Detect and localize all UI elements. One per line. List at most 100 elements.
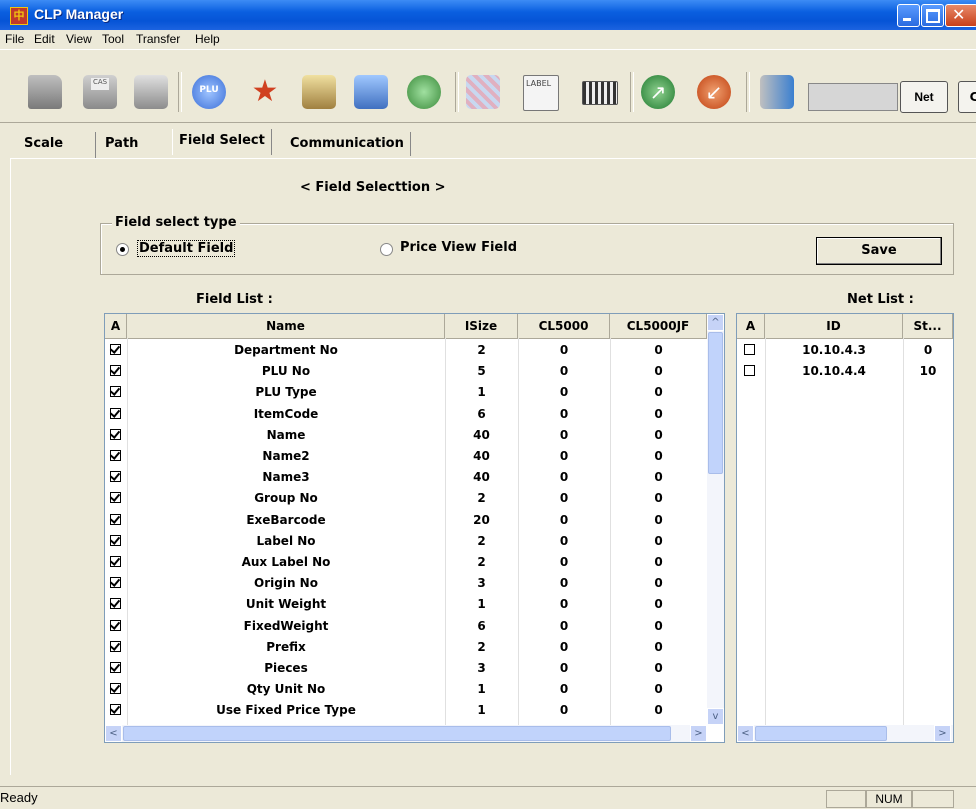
- row-checkbox[interactable]: [110, 386, 121, 398]
- table-row[interactable]: ExeBarcode 20 0 0: [105, 510, 707, 531]
- table-row[interactable]: Use Fixed Price Type 1 0 0: [105, 700, 707, 721]
- table-row[interactable]: PLU No 5 0 0: [105, 361, 707, 382]
- tab-communication[interactable]: Communication: [284, 132, 411, 156]
- send-icon[interactable]: ↗: [641, 75, 675, 109]
- row-checkbox[interactable]: [110, 407, 121, 419]
- row-checkbox[interactable]: [110, 492, 121, 504]
- extra-button[interactable]: C: [958, 81, 976, 113]
- scroll-right-icon[interactable]: >: [934, 725, 951, 742]
- tab-scale[interactable]: Scale: [18, 132, 69, 156]
- open-folder-icon[interactable]: [28, 75, 62, 109]
- scroll-left-icon[interactable]: <: [105, 725, 122, 742]
- tab-path[interactable]: Path: [99, 132, 144, 156]
- scroll-thumb[interactable]: [123, 726, 671, 741]
- minimize-button[interactable]: [897, 4, 920, 27]
- receive-icon[interactable]: ↙: [697, 75, 731, 109]
- menu-file[interactable]: File: [5, 32, 24, 46]
- close-button[interactable]: ✕: [945, 4, 976, 27]
- row-checkbox[interactable]: [110, 640, 121, 652]
- column-header-a[interactable]: A: [105, 314, 127, 338]
- scroll-thumb[interactable]: [755, 726, 887, 741]
- cell-name: Unit Weight: [245, 597, 327, 612]
- net-list-table[interactable]: A ID St... 10.10.4.3 0 10.10.4.4 10 < >: [736, 313, 954, 743]
- row-checkbox[interactable]: [110, 513, 121, 525]
- net-address-field[interactable]: [808, 83, 898, 111]
- table-row[interactable]: Unit Weight 1 0 0: [105, 594, 707, 615]
- star-icon[interactable]: ★: [248, 75, 282, 109]
- table-row[interactable]: Origin No 3 0 0: [105, 573, 707, 594]
- net-list-hscroll[interactable]: < >: [737, 725, 953, 742]
- table-row[interactable]: ItemCode 6 0 0: [105, 404, 707, 425]
- row-checkbox[interactable]: [110, 534, 121, 546]
- column-header-cl5000jf[interactable]: CL5000JF: [610, 314, 707, 338]
- row-checkbox[interactable]: [744, 344, 755, 355]
- table-row[interactable]: Pieces 3 0 0: [105, 658, 707, 679]
- row-checkbox[interactable]: [110, 598, 121, 610]
- row-checkbox[interactable]: [110, 428, 121, 440]
- row-checkbox[interactable]: [110, 619, 121, 631]
- download-icon[interactable]: [354, 75, 388, 109]
- column-header-isize[interactable]: ISize: [445, 314, 518, 338]
- title-bar[interactable]: [0, 0, 976, 30]
- table-row[interactable]: Prefix 2 0 0: [105, 637, 707, 658]
- table-row[interactable]: 10.10.4.4 10: [737, 361, 953, 382]
- price-view-field-label[interactable]: Price View Field: [400, 240, 517, 255]
- field-list-hscroll[interactable]: < >: [105, 725, 707, 742]
- data-icon[interactable]: [466, 75, 500, 109]
- table-row[interactable]: Name2 40 0 0: [105, 446, 707, 467]
- default-field-label[interactable]: Default Field: [137, 240, 236, 257]
- scroll-left-icon[interactable]: <: [737, 725, 754, 742]
- price-view-field-radio[interactable]: [380, 243, 393, 256]
- window-title: CLP Manager: [34, 6, 124, 22]
- row-checkbox[interactable]: [110, 365, 121, 377]
- row-checkbox[interactable]: [110, 662, 121, 673]
- plu-icon[interactable]: PLU: [192, 75, 226, 109]
- column-header-a[interactable]: A: [737, 314, 765, 338]
- row-checkbox[interactable]: [110, 450, 121, 461]
- users-icon[interactable]: [407, 75, 441, 109]
- upload-icon[interactable]: [302, 75, 336, 109]
- column-header-cl5000[interactable]: CL5000: [518, 314, 610, 338]
- table-row[interactable]: FixedWeight 6 0 0: [105, 616, 707, 637]
- column-header-status[interactable]: St...: [903, 314, 953, 338]
- settings-icon[interactable]: [760, 75, 794, 109]
- keyboard-icon[interactable]: [582, 81, 618, 105]
- table-row[interactable]: Aux Label No 2 0 0: [105, 552, 707, 573]
- net-button[interactable]: Net: [900, 81, 948, 113]
- table-row[interactable]: 10.10.4.3 0: [737, 340, 953, 361]
- menu-help[interactable]: Help: [195, 32, 220, 46]
- row-checkbox[interactable]: [110, 704, 121, 716]
- scroll-thumb[interactable]: [708, 332, 723, 474]
- menu-view[interactable]: View: [66, 32, 92, 46]
- table-row[interactable]: Qty Unit No 1 0 0: [105, 679, 707, 700]
- scroll-down-icon[interactable]: v: [707, 708, 724, 725]
- scroll-up-icon[interactable]: ^: [707, 314, 724, 331]
- table-row[interactable]: Name3 40 0 0: [105, 467, 707, 488]
- label-icon[interactable]: LABEL: [523, 75, 559, 111]
- scroll-right-icon[interactable]: >: [690, 725, 707, 742]
- default-field-radio[interactable]: [116, 243, 129, 256]
- row-checkbox[interactable]: [110, 344, 121, 355]
- table-row[interactable]: PLU Type 1 0 0: [105, 382, 707, 403]
- table-row[interactable]: Group No 2 0 0: [105, 488, 707, 509]
- row-checkbox[interactable]: [110, 471, 121, 483]
- column-header-name[interactable]: Name: [127, 314, 445, 338]
- save-button[interactable]: Save: [816, 237, 942, 265]
- field-list-vscroll[interactable]: ^ v: [707, 314, 724, 725]
- row-checkbox[interactable]: [744, 365, 755, 377]
- field-list-table[interactable]: A Name ISize CL5000 CL5000JF Department …: [104, 313, 725, 743]
- row-checkbox[interactable]: [110, 577, 121, 589]
- row-checkbox[interactable]: [110, 683, 121, 695]
- save-icon[interactable]: CAS: [83, 75, 117, 109]
- table-row[interactable]: Name 40 0 0: [105, 425, 707, 446]
- table-row[interactable]: Department No 2 0 0: [105, 340, 707, 361]
- row-checkbox[interactable]: [110, 556, 121, 567]
- maximize-button[interactable]: [921, 4, 944, 27]
- table-row[interactable]: Label No 2 0 0: [105, 531, 707, 552]
- menu-edit[interactable]: Edit: [34, 32, 55, 46]
- column-header-id[interactable]: ID: [765, 314, 903, 338]
- tab-field-select[interactable]: Field Select: [172, 129, 272, 155]
- menu-transfer[interactable]: Transfer: [136, 32, 180, 46]
- print-icon[interactable]: [134, 75, 168, 109]
- menu-tool[interactable]: Tool: [102, 32, 124, 46]
